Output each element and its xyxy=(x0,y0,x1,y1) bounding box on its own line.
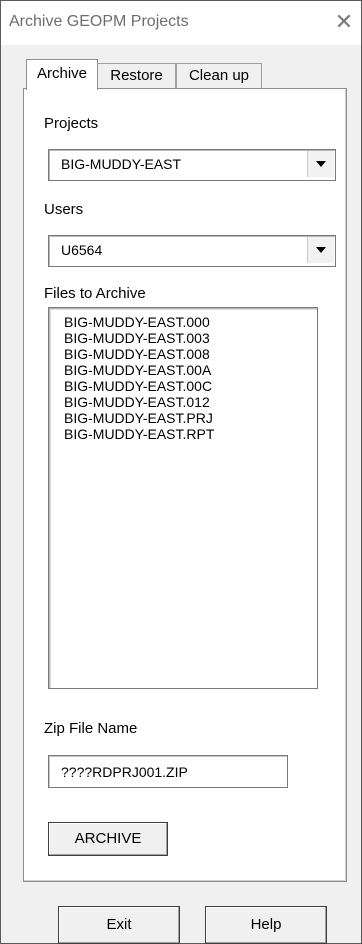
list-item[interactable]: BIG-MUDDY-EAST.PRJ xyxy=(49,410,317,426)
projects-selected-value: BIG-MUDDY-EAST xyxy=(61,156,182,172)
help-button[interactable]: Help xyxy=(205,906,327,944)
tab-clean-up[interactable]: Clean up xyxy=(176,63,262,88)
list-item[interactable]: BIG-MUDDY-EAST.003 xyxy=(49,330,317,346)
files-listbox[interactable]: BIG-MUDDY-EAST.000 BIG-MUDDY-EAST.003 BI… xyxy=(48,307,318,689)
close-icon[interactable]: ✕ xyxy=(329,7,359,37)
chevron-down-icon xyxy=(316,247,326,253)
list-item[interactable]: BIG-MUDDY-EAST.000 xyxy=(49,314,317,330)
tab-restore[interactable]: Restore xyxy=(97,63,176,88)
users-label: Users xyxy=(44,201,84,218)
users-dropdown-button[interactable] xyxy=(307,237,334,263)
window-title: Archive GEOPM Projects xyxy=(9,13,189,30)
users-selected-value: U6564 xyxy=(61,242,103,258)
exit-button[interactable]: Exit xyxy=(58,906,180,944)
zip-file-name-input[interactable]: ????RDPRJ001.ZIP xyxy=(48,755,288,788)
chevron-down-icon xyxy=(316,161,326,167)
list-item[interactable]: BIG-MUDDY-EAST.012 xyxy=(49,394,317,410)
list-item[interactable]: BIG-MUDDY-EAST.RPT xyxy=(49,426,317,442)
archive-button[interactable]: ARCHIVE xyxy=(48,822,168,856)
archive-tab-panel: Projects BIG-MUDDY-EAST Users U6564 File… xyxy=(23,88,347,882)
projects-dropdown-button[interactable] xyxy=(307,151,334,177)
users-dropdown[interactable]: U6564 xyxy=(48,235,336,267)
archive-dialog-window: Archive GEOPM Projects ✕ Archive Restore… xyxy=(0,0,362,944)
projects-dropdown[interactable]: BIG-MUDDY-EAST xyxy=(48,149,336,181)
zip-file-name-label: Zip File Name xyxy=(44,720,138,737)
projects-label: Projects xyxy=(44,115,99,132)
title-bar[interactable]: Archive GEOPM Projects ✕ xyxy=(1,1,361,45)
tab-archive[interactable]: Archive xyxy=(26,59,98,90)
list-item[interactable]: BIG-MUDDY-EAST.00A xyxy=(49,362,317,378)
files-to-archive-label: Files to Archive xyxy=(44,285,146,302)
list-item[interactable]: BIG-MUDDY-EAST.00C xyxy=(49,378,317,394)
list-item[interactable]: BIG-MUDDY-EAST.008 xyxy=(49,346,317,362)
